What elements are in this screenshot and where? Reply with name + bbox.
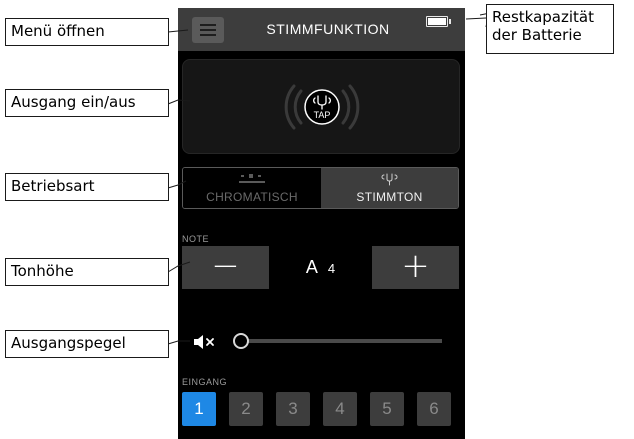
callout-menu-text: Menü öffnen [11, 22, 105, 40]
input-section-label: EINGANG [182, 377, 228, 387]
callout-pitch: Tonhöhe [5, 258, 169, 286]
input-button-5[interactable]: 5 [370, 392, 404, 426]
mode-tone-button[interactable]: STIMMTON [321, 168, 458, 208]
callout-output: Ausgang ein/aus [5, 89, 169, 117]
menu-button[interactable] [192, 17, 224, 43]
input-button-6[interactable]: 6 [417, 392, 451, 426]
top-bar: STIMMFUNKTION [178, 8, 465, 51]
output-level-slider-track[interactable] [242, 339, 442, 343]
mode-chromatic-label: CHROMATISCH [206, 190, 298, 204]
note-decrease-button[interactable]: − [182, 246, 269, 289]
callout-level-text: Ausgangspegel [11, 334, 126, 352]
callout-mode-text: Betriebsart [11, 177, 95, 195]
mode-tone-label: STIMMTON [356, 190, 423, 204]
mode-selector: CHROMATISCH STIMMTON [182, 167, 459, 209]
callout-pitch-text: Tonhöhe [11, 262, 74, 280]
tuning-fork-icon [381, 173, 398, 186]
callout-menu: Menü öffnen [5, 18, 169, 46]
input-button-4[interactable]: 4 [323, 392, 357, 426]
output-level-slider-knob[interactable] [233, 333, 249, 349]
note-octave: 4 [327, 261, 336, 276]
mode-chromatic-button[interactable]: CHROMATISCH [183, 168, 321, 208]
hamburger-icon [200, 24, 216, 26]
note-stepper: − A4 + [182, 246, 459, 289]
input-button-1[interactable]: 1 [182, 392, 216, 426]
tap-label: TAP [314, 110, 331, 120]
callout-battery-text-2: der Batterie [492, 26, 582, 44]
speaker-muted-icon[interactable] [193, 333, 219, 351]
callout-level: Ausgangspegel [5, 330, 169, 358]
chromatic-icon [239, 174, 265, 183]
tuner-screen: STIMMFUNKTION TAP CHROMATISCH STIMMTON N… [178, 8, 465, 439]
callout-battery: Restkapazität der Batterie [486, 4, 614, 54]
tuning-fork-icon: TAP [284, 84, 360, 130]
output-toggle-panel[interactable]: TAP [182, 59, 460, 154]
note-letter: A [305, 257, 318, 277]
battery-icon [426, 16, 451, 27]
input-button-2[interactable]: 2 [229, 392, 263, 426]
callout-output-text: Ausgang ein/aus [11, 93, 136, 111]
note-increase-button[interactable]: + [372, 246, 459, 289]
input-button-3[interactable]: 3 [276, 392, 310, 426]
note-value: A4 [269, 246, 372, 289]
callout-mode: Betriebsart [5, 173, 169, 201]
callout-battery-text-1: Restkapazität [492, 8, 594, 26]
note-section-label: NOTE [182, 234, 210, 244]
screen-title: STIMMFUNKTION [266, 21, 390, 37]
